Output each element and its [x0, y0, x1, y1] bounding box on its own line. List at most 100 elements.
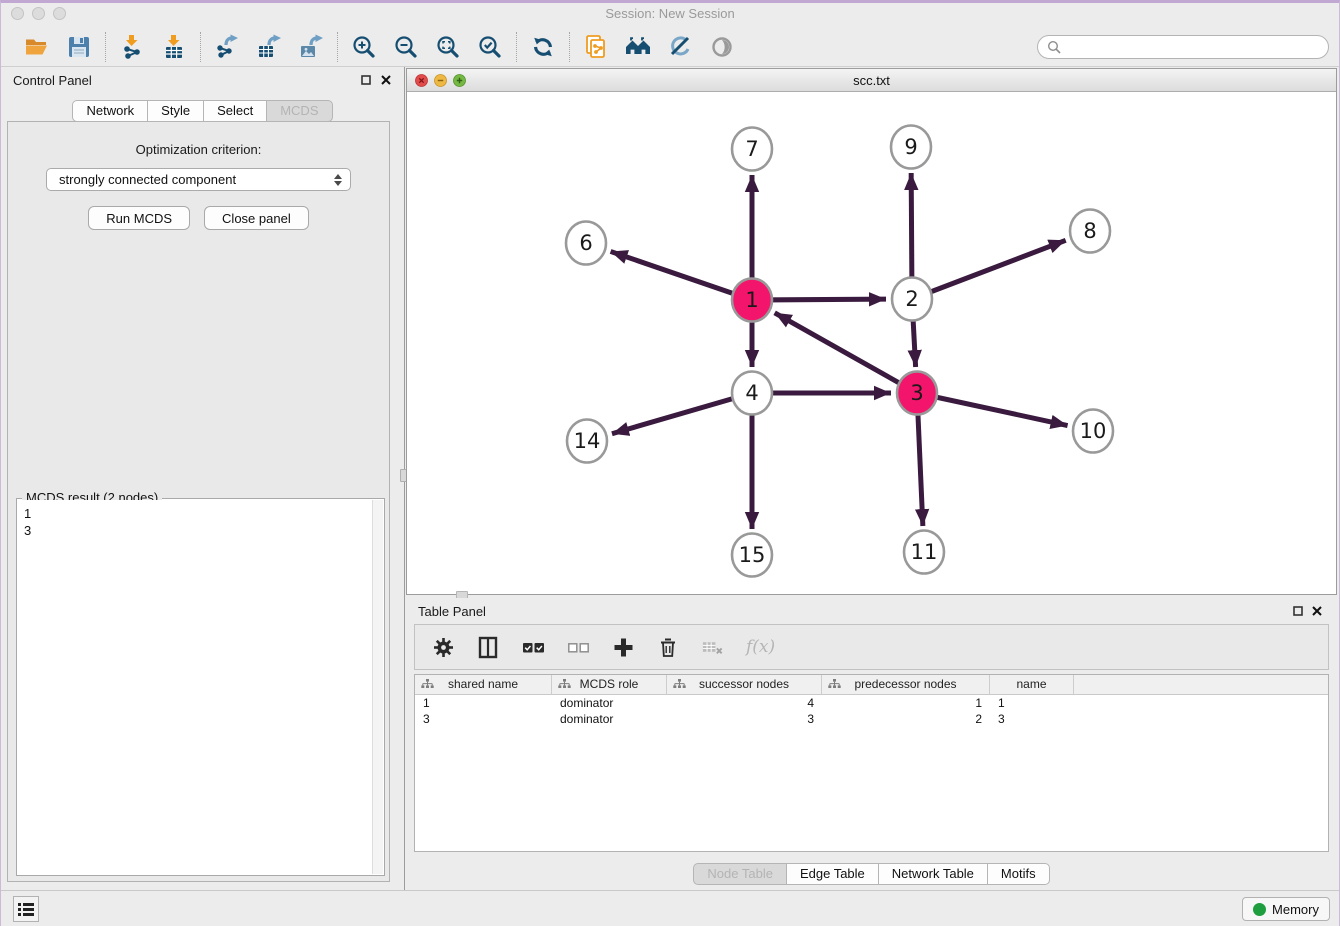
column-header-name[interactable]: name: [990, 675, 1074, 695]
cell-predecessor-nodes[interactable]: 1: [822, 695, 990, 711]
column-header-mcds-role[interactable]: MCDS role: [552, 675, 667, 695]
new-network-from-selection-icon[interactable]: [582, 34, 610, 61]
open-session-icon[interactable]: [23, 34, 51, 61]
export-network-icon[interactable]: [213, 34, 241, 61]
graph-node-15[interactable]: 15: [732, 534, 772, 577]
edge-1-6[interactable]: [611, 251, 752, 300]
first-neighbors-icon[interactable]: [624, 34, 652, 61]
column-header-predecessor-nodes[interactable]: predecessor nodes: [822, 675, 990, 695]
table-tab-edge-table[interactable]: Edge Table: [786, 863, 878, 885]
minimize-network-icon[interactable]: [434, 74, 447, 87]
search-input[interactable]: [1067, 40, 1319, 54]
task-history-button[interactable]: [13, 896, 39, 922]
result-scrollbar[interactable]: [372, 500, 383, 874]
import-network-icon[interactable]: [118, 34, 146, 61]
export-image-icon[interactable]: [297, 34, 325, 61]
table-row[interactable]: 1dominator411: [415, 695, 1328, 711]
search-box[interactable]: [1037, 35, 1329, 59]
edge-2-8[interactable]: [912, 240, 1066, 299]
svg-text:1: 1: [745, 288, 758, 312]
graph-node-11[interactable]: 11: [904, 531, 944, 574]
edge-3-10[interactable]: [917, 393, 1068, 426]
svg-text:6: 6: [579, 231, 592, 255]
delete-column-icon[interactable]: [656, 635, 680, 659]
optimization-criterion-label: Optimization criterion:: [8, 142, 389, 157]
deselect-all-icon[interactable]: [566, 635, 590, 659]
zoom-selected-icon[interactable]: [476, 34, 504, 61]
network-canvas[interactable]: 7 9 6 8 1 2 4 3 14 10 15 11: [407, 92, 1336, 594]
float-panel-icon[interactable]: [359, 73, 372, 86]
table-row[interactable]: 3dominator323: [415, 711, 1328, 727]
export-table-icon[interactable]: [255, 34, 283, 61]
table-tab-network-table[interactable]: Network Table: [878, 863, 987, 885]
graph-node-3[interactable]: 3: [897, 372, 937, 415]
minimize-window-button[interactable]: [32, 7, 45, 20]
graph-node-6[interactable]: 6: [566, 222, 606, 265]
cell-mcds-role[interactable]: dominator: [552, 695, 667, 711]
cell-predecessor-nodes[interactable]: 2: [822, 711, 990, 727]
network-window-titlebar: scc.txt: [407, 69, 1336, 92]
svg-text:9: 9: [904, 135, 917, 159]
level-of-detail-icon[interactable]: [708, 34, 736, 61]
cell-name[interactable]: 3: [990, 711, 1074, 727]
edge-4-14[interactable]: [612, 393, 752, 434]
column-header-successor-nodes[interactable]: successor nodes: [667, 675, 822, 695]
zoom-out-icon[interactable]: [392, 34, 420, 61]
graph-node-8[interactable]: 8: [1070, 210, 1110, 253]
graph-node-1[interactable]: 1: [732, 279, 772, 322]
maximize-network-icon[interactable]: [453, 74, 466, 87]
graph-node-2[interactable]: 2: [892, 278, 932, 321]
table-panel-title: Table Panel: [418, 604, 486, 619]
save-session-icon[interactable]: [65, 34, 93, 61]
table-tab-node-table[interactable]: Node Table: [693, 863, 786, 885]
cell-name[interactable]: 1: [990, 695, 1074, 711]
svg-text:14: 14: [574, 429, 601, 453]
float-table-panel-icon[interactable]: [1291, 604, 1304, 617]
application-window: Session: New Session: [0, 0, 1340, 926]
select-all-icon[interactable]: [521, 635, 545, 659]
column-selector-icon[interactable]: [476, 635, 500, 659]
table-header-row: shared nameMCDS rolesuccessor nodesprede…: [415, 675, 1328, 695]
maximize-window-button[interactable]: [53, 7, 66, 20]
memory-button[interactable]: Memory: [1242, 897, 1330, 921]
tab-select[interactable]: Select: [203, 100, 266, 122]
graph-node-4[interactable]: 4: [732, 372, 772, 415]
cell-shared-name[interactable]: 1: [415, 695, 552, 711]
close-window-button[interactable]: [11, 7, 24, 20]
graph-node-10[interactable]: 10: [1073, 410, 1113, 453]
close-network-icon[interactable]: [415, 74, 428, 87]
cell-successor-nodes[interactable]: 4: [667, 695, 822, 711]
table-options-gear-icon[interactable]: [431, 635, 455, 659]
cell-mcds-role[interactable]: dominator: [552, 711, 667, 727]
graph-node-9[interactable]: 9: [891, 126, 931, 169]
table-body: 1dominator4113dominator323: [415, 695, 1328, 727]
close-panel-button[interactable]: Close panel: [204, 206, 309, 230]
table-tab-motifs[interactable]: Motifs: [987, 863, 1050, 885]
table-panel: Table Panel: [406, 598, 1337, 890]
graph-node-14[interactable]: 14: [567, 420, 607, 463]
run-mcds-button[interactable]: Run MCDS: [88, 206, 190, 230]
refresh-layout-icon[interactable]: [529, 34, 557, 61]
tab-mcds[interactable]: MCDS: [266, 100, 332, 122]
delete-table-icon: [701, 635, 725, 659]
close-table-panel-icon[interactable]: [1310, 604, 1323, 617]
network-graph: 7 9 6 8 1 2 4 3 14 10 15 11: [407, 92, 1336, 594]
tab-style[interactable]: Style: [147, 100, 203, 122]
graphics-details-icon[interactable]: [666, 34, 694, 61]
cell-successor-nodes[interactable]: 3: [667, 711, 822, 727]
memory-status-icon: [1253, 903, 1266, 916]
column-header-shared-name[interactable]: shared name: [415, 675, 552, 695]
zoom-fit-icon[interactable]: [434, 34, 462, 61]
control-panel: Control Panel NetworkStyleSelectMCDS Opt…: [1, 67, 404, 890]
graph-node-7[interactable]: 7: [732, 128, 772, 171]
zoom-in-icon[interactable]: [350, 34, 378, 61]
cell-shared-name[interactable]: 3: [415, 711, 552, 727]
mcds-result-line: 1: [24, 505, 383, 522]
tab-network[interactable]: Network: [72, 100, 147, 122]
criterion-select[interactable]: strongly connected component: [46, 168, 351, 191]
edge-3-1[interactable]: [775, 313, 917, 393]
add-column-icon[interactable]: [611, 635, 635, 659]
close-panel-icon[interactable]: [379, 73, 392, 86]
import-table-icon[interactable]: [160, 34, 188, 61]
network-title: scc.txt: [853, 73, 890, 88]
